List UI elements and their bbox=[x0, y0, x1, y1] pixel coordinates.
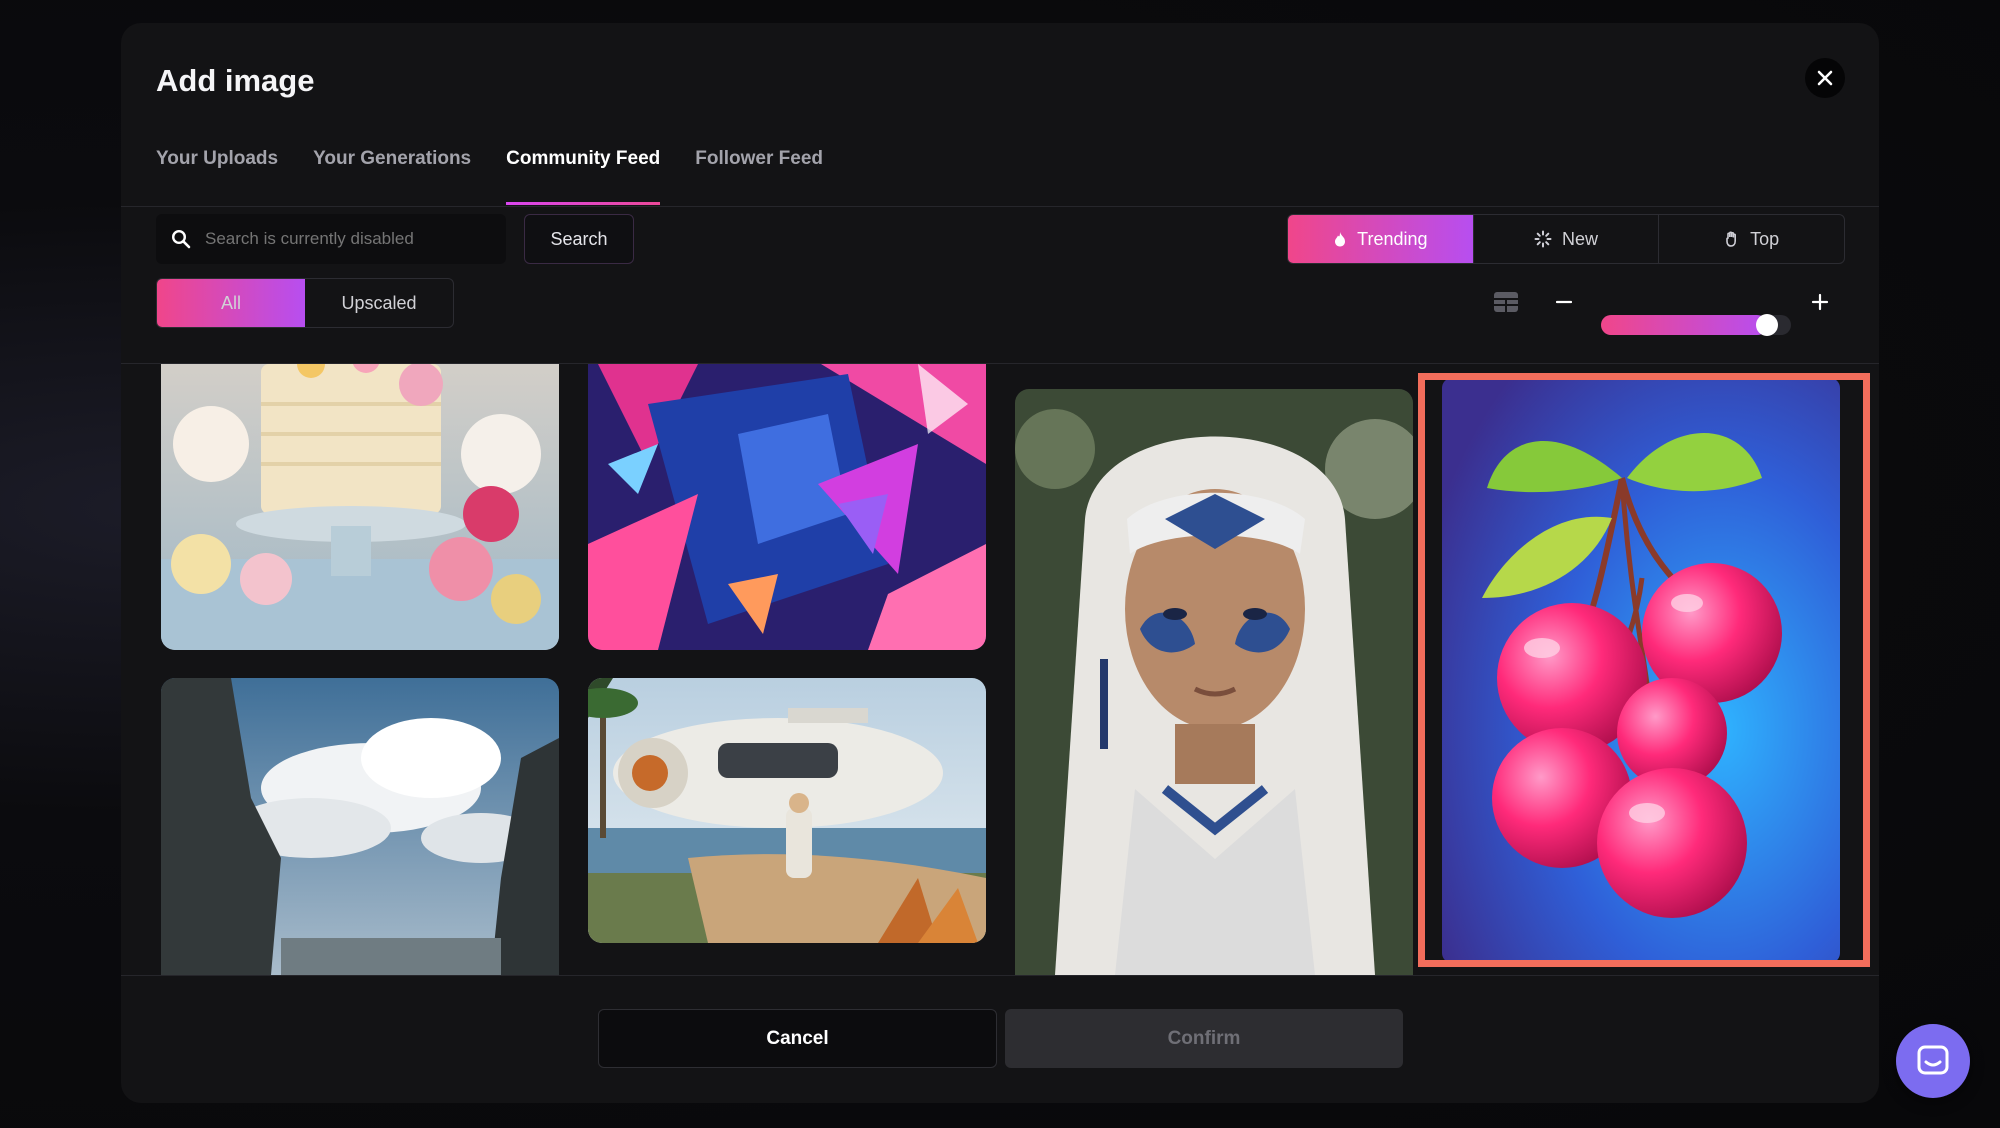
image-feed bbox=[121, 364, 1879, 975]
tab-your-uploads[interactable]: Your Uploads bbox=[156, 141, 278, 207]
tab-community-feed[interactable]: Community Feed bbox=[506, 141, 661, 207]
sort-new-label: New bbox=[1562, 228, 1599, 249]
search-button[interactable]: Search bbox=[524, 214, 634, 264]
filter-upscaled[interactable]: Upscaled bbox=[305, 279, 453, 327]
chat-icon bbox=[1917, 1045, 1949, 1075]
flame-icon bbox=[1335, 232, 1346, 247]
dialog-title: Add image bbox=[156, 63, 315, 98]
plus-icon bbox=[1811, 293, 1829, 311]
sort-new[interactable]: New bbox=[1472, 215, 1659, 263]
zoom-slider[interactable] bbox=[1601, 314, 1791, 336]
image-card-spaceship-harbor[interactable] bbox=[588, 678, 986, 943]
sort-trending[interactable]: Trending bbox=[1288, 215, 1473, 263]
minus-icon bbox=[1556, 300, 1572, 304]
cliffs-clouds-image bbox=[161, 678, 559, 975]
close-icon bbox=[1817, 70, 1833, 86]
image-card-cake[interactable] bbox=[161, 364, 559, 650]
spaceship-harbor-image bbox=[588, 678, 986, 943]
tab-follower-feed[interactable]: Follower Feed bbox=[695, 141, 823, 207]
image-card-abstract-figure[interactable] bbox=[588, 364, 986, 650]
upscale-filter: All Upscaled bbox=[156, 278, 454, 328]
search-input[interactable] bbox=[205, 229, 485, 249]
image-card-woman-face-paint[interactable] bbox=[1015, 389, 1413, 975]
footer-divider bbox=[121, 975, 1879, 976]
filter-all[interactable]: All bbox=[157, 279, 305, 327]
sort-selector: Trending New Top bbox=[1287, 214, 1845, 264]
image-card-cliffs-clouds[interactable] bbox=[161, 678, 559, 975]
abstract-figure-image bbox=[588, 364, 986, 650]
sort-top-label: Top bbox=[1750, 228, 1780, 249]
zoom-slider-fill bbox=[1601, 315, 1767, 335]
layout-grid-icon[interactable] bbox=[1493, 291, 1519, 313]
spinner-icon bbox=[1534, 230, 1552, 248]
tab-your-generations[interactable]: Your Generations bbox=[313, 141, 471, 207]
neon-cherries-image bbox=[1442, 378, 1840, 963]
cake-image bbox=[161, 364, 559, 650]
woman-face-paint-image bbox=[1015, 389, 1413, 975]
sort-trending-label: Trending bbox=[1357, 228, 1428, 249]
search-field[interactable] bbox=[156, 214, 506, 264]
cancel-button[interactable]: Cancel bbox=[598, 1009, 997, 1068]
zoom-in-button[interactable] bbox=[1807, 289, 1833, 315]
chat-launcher-button[interactable] bbox=[1896, 1024, 1970, 1098]
source-tabs: Your Uploads Your Generations Community … bbox=[156, 141, 823, 207]
tabs-divider bbox=[121, 206, 1879, 207]
add-image-dialog: Add image Your Uploads Your Generations … bbox=[121, 23, 1879, 1103]
hand-icon bbox=[1726, 231, 1737, 247]
close-button[interactable] bbox=[1805, 58, 1845, 98]
zoom-out-button[interactable] bbox=[1551, 289, 1577, 315]
confirm-button[interactable]: Confirm bbox=[1005, 1009, 1403, 1068]
sort-top[interactable]: Top bbox=[1658, 215, 1844, 263]
image-card-neon-cherries[interactable] bbox=[1442, 378, 1840, 963]
search-icon bbox=[171, 229, 191, 249]
zoom-slider-thumb[interactable] bbox=[1756, 314, 1778, 336]
